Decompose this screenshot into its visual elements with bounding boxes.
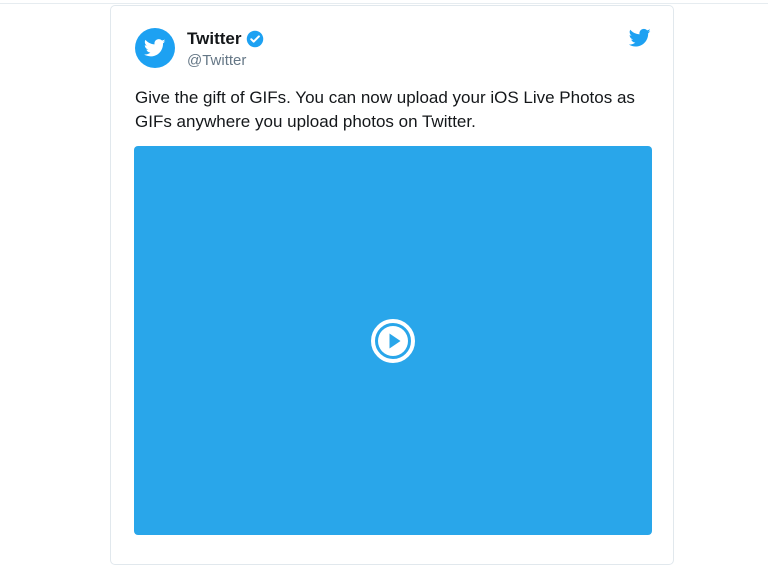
name-row: Twitter [187, 28, 264, 50]
display-name[interactable]: Twitter [187, 28, 241, 50]
handle[interactable]: @Twitter [187, 51, 264, 71]
tweet-text: Give the gift of GIFs. You can now uploa… [135, 88, 635, 131]
twitter-bird-icon [144, 39, 166, 57]
verified-badge-icon [247, 30, 264, 48]
embedded-tweet[interactable]: Twitter @Twitter Give the gift of GIFs. … [110, 5, 674, 565]
author-block: Twitter @Twitter [187, 28, 264, 71]
top-divider [0, 3, 768, 4]
media-video[interactable] [134, 146, 652, 535]
avatar[interactable] [135, 28, 175, 68]
play-icon[interactable] [370, 318, 416, 364]
twitter-bird-icon[interactable] [629, 28, 651, 48]
